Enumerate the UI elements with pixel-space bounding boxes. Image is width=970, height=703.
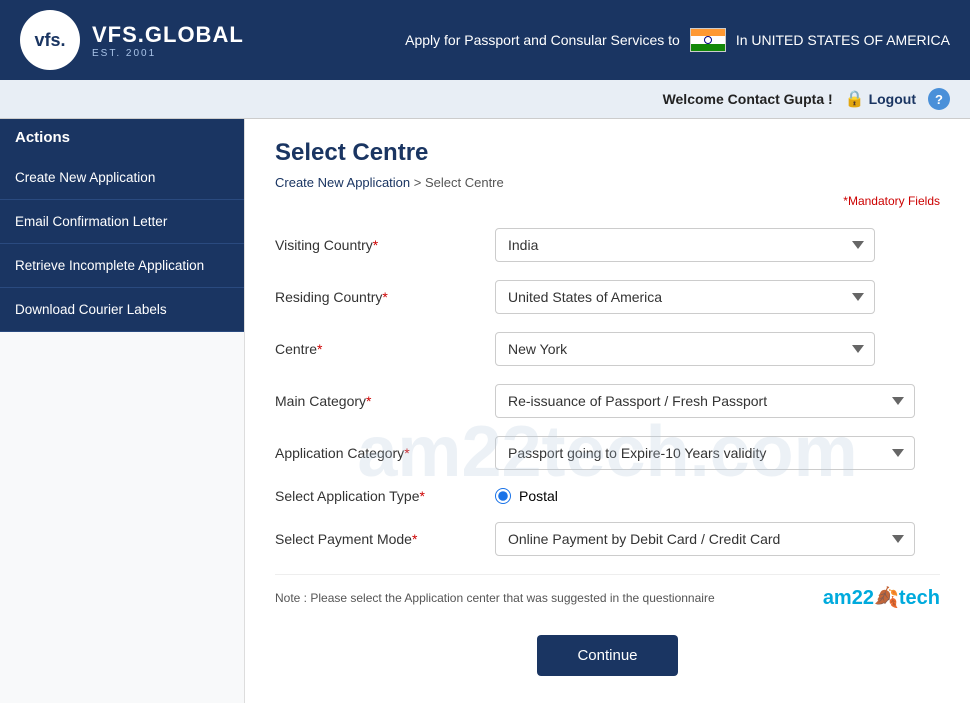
- payment-mode-label: Select Payment Mode*: [275, 531, 495, 547]
- sidebar-item-email-confirm[interactable]: Email Confirmation Letter: [0, 200, 244, 244]
- logout-button[interactable]: 🔒 Logout: [845, 89, 916, 109]
- application-type-radio-group: Postal: [495, 488, 558, 504]
- welcome-message: Welcome Contact Gupta !: [663, 91, 833, 107]
- centre-row: Centre* New York: [275, 332, 940, 366]
- logo-text-group: VFS.GLOBAL EST. 2001: [92, 22, 244, 59]
- breadcrumb: Create New Application > Select Centre: [275, 175, 940, 190]
- logout-icon: 🔒: [845, 89, 865, 109]
- payment-mode-select[interactable]: Online Payment by Debit Card / Credit Ca…: [495, 522, 915, 556]
- top-bar: Welcome Contact Gupta ! 🔒 Logout ?: [0, 80, 970, 119]
- logo-est: EST. 2001: [92, 48, 244, 59]
- sidebar-item-create-new[interactable]: Create New Application: [0, 156, 244, 200]
- visiting-country-row: Visiting Country* India: [275, 228, 940, 262]
- site-header: vfs. VFS.GLOBAL EST. 2001 Apply for Pass…: [0, 0, 970, 80]
- main-category-label: Main Category*: [275, 393, 495, 409]
- note-text: Note : Please select the Application cen…: [275, 591, 715, 605]
- main-category-select[interactable]: Re-issuance of Passport / Fresh Passport: [495, 384, 915, 418]
- sidebar-header: Actions: [0, 119, 244, 156]
- sidebar-item-retrieve-incomplete[interactable]: Retrieve Incomplete Application: [0, 244, 244, 288]
- breadcrumb-home[interactable]: Create New Application: [275, 175, 410, 190]
- centre-select[interactable]: New York: [495, 332, 875, 366]
- application-type-row: Select Application Type* Postal: [275, 488, 940, 504]
- main-category-row: Main Category* Re-issuance of Passport /…: [275, 384, 940, 418]
- residing-country-label: Residing Country*: [275, 289, 495, 305]
- visiting-country-label: Visiting Country*: [275, 237, 495, 253]
- main-content: Select Centre Create New Application > S…: [245, 119, 970, 703]
- application-category-label: Application Category*: [275, 445, 495, 461]
- logo-name: VFS.GLOBAL: [92, 22, 244, 48]
- visiting-country-select[interactable]: India: [495, 228, 875, 262]
- application-category-row: Application Category* Passport going to …: [275, 436, 940, 470]
- form-section: am22tech.com Visiting Country* India Res…: [275, 228, 940, 676]
- sidebar: Actions Create New Application Email Con…: [0, 119, 245, 703]
- note-row: Note : Please select the Application cen…: [275, 574, 940, 620]
- page-title: Select Centre: [275, 139, 940, 167]
- postal-label: Postal: [519, 488, 558, 504]
- sidebar-item-download-courier[interactable]: Download Courier Labels: [0, 288, 244, 332]
- main-layout: Actions Create New Application Email Con…: [0, 119, 970, 703]
- payment-mode-row: Select Payment Mode* Online Payment by D…: [275, 522, 940, 556]
- application-category-select[interactable]: Passport going to Expire-10 Years validi…: [495, 436, 915, 470]
- india-flag-icon: [690, 28, 726, 52]
- centre-label: Centre*: [275, 341, 495, 357]
- brand-logo: am22🍂tech: [823, 585, 940, 610]
- help-icon[interactable]: ?: [928, 88, 950, 110]
- header-tagline: Apply for Passport and Consular Services…: [405, 28, 950, 52]
- continue-button[interactable]: Continue: [537, 635, 677, 676]
- residing-country-row: Residing Country* United States of Ameri…: [275, 280, 940, 314]
- residing-country-select[interactable]: United States of America: [495, 280, 875, 314]
- postal-radio[interactable]: [495, 488, 511, 504]
- logo-icon: vfs.: [20, 10, 80, 70]
- breadcrumb-current: Select Centre: [425, 175, 504, 190]
- application-type-label: Select Application Type*: [275, 488, 495, 504]
- logo-area: vfs. VFS.GLOBAL EST. 2001: [20, 10, 244, 70]
- mandatory-note: *Mandatory Fields: [275, 194, 940, 208]
